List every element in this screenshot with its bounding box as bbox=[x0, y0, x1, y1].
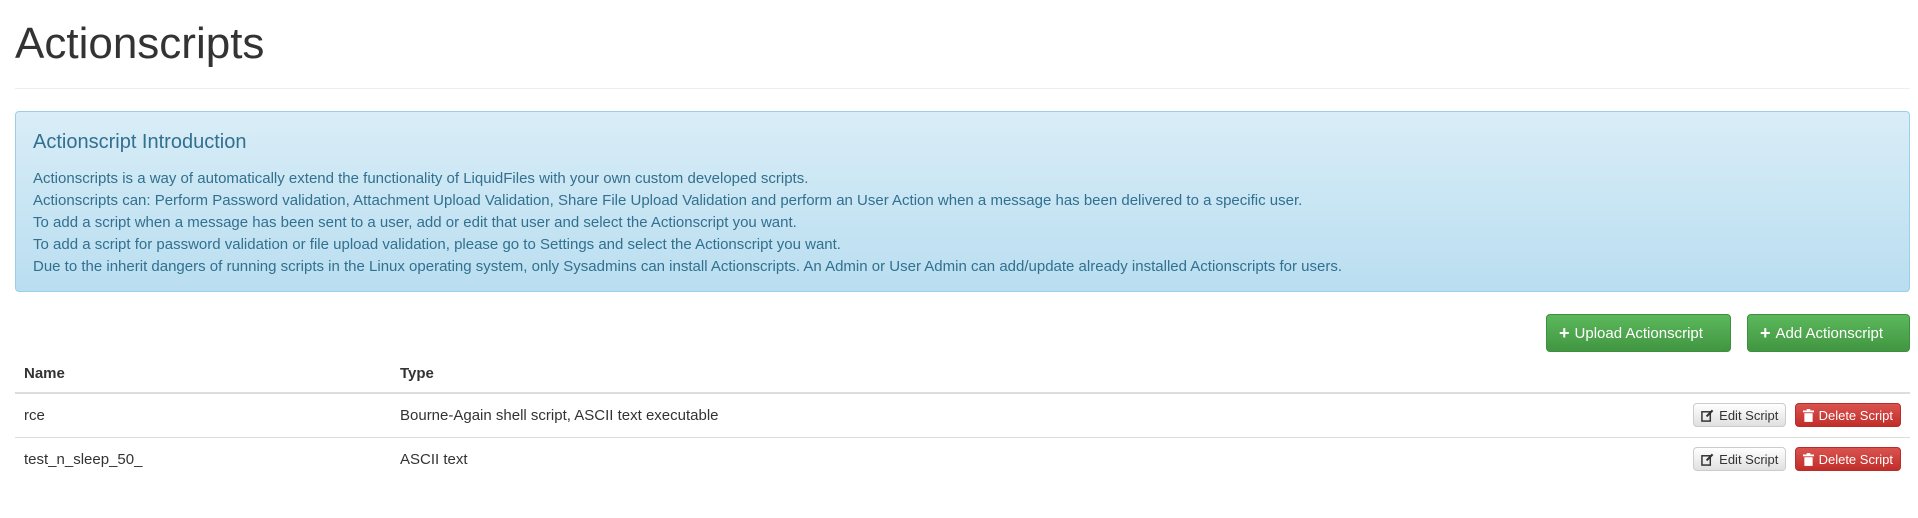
upload-actionscript-button[interactable]: + Upload Actionscript bbox=[1546, 314, 1731, 352]
intro-line: To add a script for password validation … bbox=[33, 236, 841, 253]
plus-icon: + bbox=[1559, 323, 1570, 343]
row-actions: Edit Script Delete Script bbox=[1293, 393, 1910, 438]
delete-script-label: Delete Script bbox=[1818, 407, 1893, 423]
trash-icon bbox=[1802, 452, 1814, 466]
edit-script-label: Edit Script bbox=[1719, 407, 1779, 423]
delete-script-button[interactable]: Delete Script bbox=[1794, 447, 1901, 472]
row-actions: Edit Script Delete Script bbox=[1294, 437, 1910, 481]
delete-script-button[interactable]: Delete Script bbox=[1794, 403, 1901, 428]
intro-line: Due to the inherit dangers of running sc… bbox=[33, 258, 1343, 275]
upload-actionscript-label: Upload Actionscript bbox=[1574, 324, 1703, 342]
column-header-type: Type bbox=[391, 355, 1294, 394]
add-actionscript-label: Add Actionscript bbox=[1775, 324, 1884, 342]
column-header-name: Name bbox=[15, 355, 391, 394]
delete-script-label: Delete Script bbox=[1818, 451, 1893, 467]
trash-icon bbox=[1802, 408, 1814, 422]
plus-icon: + bbox=[1760, 323, 1771, 343]
column-header-actions bbox=[1293, 355, 1910, 394]
script-name: test_n_sleep_50_ bbox=[24, 450, 143, 468]
intro-line: Actionscripts can: Perform Password vali… bbox=[33, 192, 1303, 209]
script-type: ASCII text bbox=[400, 450, 468, 468]
edit-script-button[interactable]: Edit Script bbox=[1693, 447, 1787, 472]
edit-icon bbox=[1701, 453, 1714, 466]
title-divider bbox=[15, 88, 1910, 89]
script-name: rce bbox=[15, 393, 391, 438]
edit-script-button[interactable]: Edit Script bbox=[1693, 403, 1787, 428]
intro-alert: Actionscript Introduction Actionscripts … bbox=[15, 111, 1910, 292]
add-actionscript-button[interactable]: + Add Actionscript bbox=[1747, 314, 1910, 352]
page-title: Actionscripts bbox=[15, 19, 265, 68]
table-row: test_n_sleep_50_ ASCII text Edit Script bbox=[15, 437, 1910, 481]
script-type: Bourne-Again shell script, ASCII text ex… bbox=[391, 393, 1294, 438]
intro-line: To add a script when a message has been … bbox=[33, 214, 797, 231]
edit-script-label: Edit Script bbox=[1719, 451, 1779, 467]
intro-heading: Actionscript Introduction bbox=[33, 131, 247, 153]
intro-line: Actionscripts is a way of automatically … bbox=[33, 170, 809, 187]
edit-icon bbox=[1701, 409, 1714, 422]
table-row: rce Bourne-Again shell script, ASCII tex… bbox=[15, 393, 1910, 438]
actionscripts-table: Name Type rce Bourne-Again shell script,… bbox=[15, 355, 1910, 481]
table-header-row: Name Type bbox=[15, 355, 1910, 394]
